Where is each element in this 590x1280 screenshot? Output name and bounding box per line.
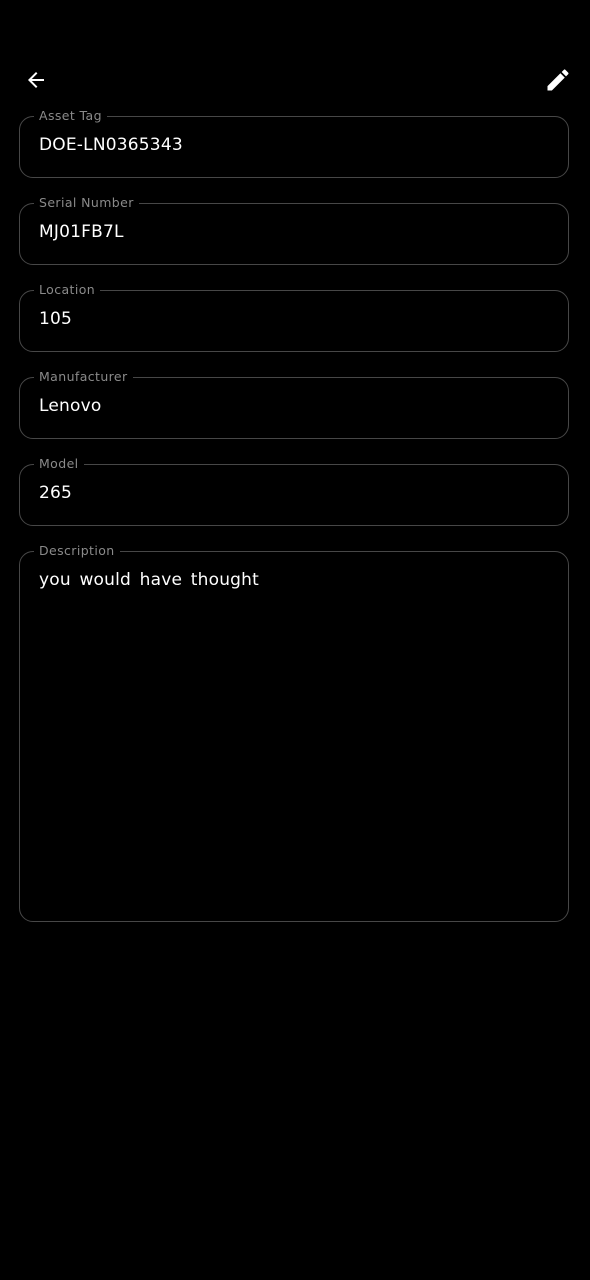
manufacturer-label: Manufacturer bbox=[34, 369, 133, 385]
description-label: Description bbox=[34, 543, 120, 559]
model-value: 265 bbox=[39, 483, 73, 503]
pencil-icon bbox=[547, 69, 569, 91]
description-field[interactable]: Description you would have thought bbox=[19, 543, 569, 922]
serial-number-value: MJ01FB7L bbox=[39, 222, 124, 242]
manufacturer-field[interactable]: Manufacturer Lenovo bbox=[19, 369, 569, 439]
arrow-left-icon bbox=[28, 72, 44, 88]
model-label: Model bbox=[34, 456, 84, 472]
asset-tag-field[interactable]: Asset Tag DOE-LN0365343 bbox=[19, 108, 569, 178]
serial-number-label: Serial Number bbox=[34, 195, 139, 211]
asset-tag-label: Asset Tag bbox=[34, 108, 107, 124]
location-label: Location bbox=[34, 282, 101, 298]
asset-tag-value: DOE-LN0365343 bbox=[39, 135, 183, 155]
location-value: 105 bbox=[39, 309, 73, 329]
location-field[interactable]: Location 105 bbox=[19, 282, 569, 352]
serial-number-field[interactable]: Serial Number MJ01FB7L bbox=[19, 195, 569, 265]
back-button[interactable] bbox=[12, 56, 60, 104]
top-app-bar bbox=[0, 56, 590, 104]
edit-button[interactable] bbox=[534, 56, 582, 104]
asset-detail-screen: Asset Tag DOE-LN0365343 Serial Number MJ… bbox=[0, 0, 590, 1280]
manufacturer-value: Lenovo bbox=[39, 396, 102, 416]
description-value: you would have thought bbox=[39, 570, 259, 590]
model-field[interactable]: Model 265 bbox=[19, 456, 569, 526]
